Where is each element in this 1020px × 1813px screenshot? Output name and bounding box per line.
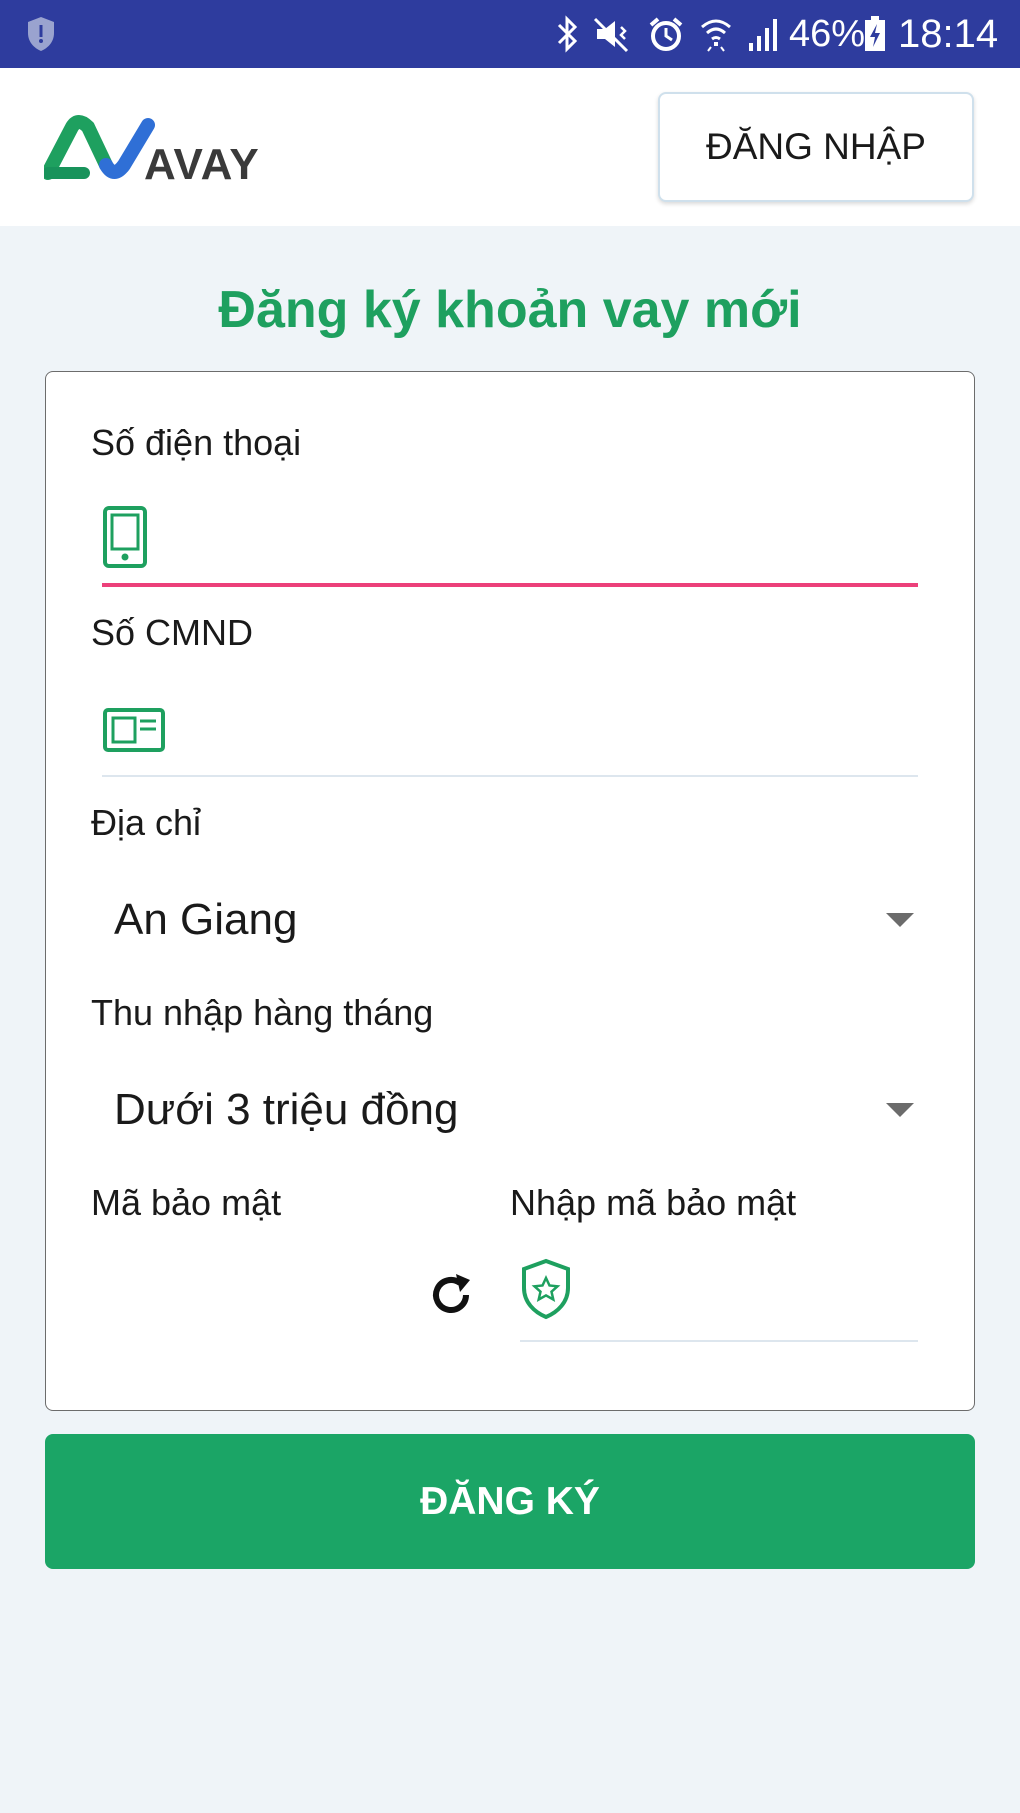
shield-star-icon bbox=[522, 1258, 570, 1320]
phone-field[interactable] bbox=[102, 499, 918, 587]
id-card-field[interactable] bbox=[102, 689, 918, 777]
income-value: Dưới 3 triệu đồng bbox=[114, 1085, 459, 1134]
battery-charging-icon bbox=[865, 16, 885, 51]
wifi-icon bbox=[701, 19, 731, 52]
security-shield-icon bbox=[28, 17, 54, 51]
captcha-label: Mã bảo mật bbox=[91, 1182, 282, 1223]
captcha-field[interactable] bbox=[520, 1244, 918, 1342]
phone-label: Số điện thoại bbox=[91, 422, 302, 463]
bluetooth-icon bbox=[557, 15, 578, 53]
refresh-captcha-icon[interactable] bbox=[426, 1270, 476, 1320]
login-button[interactable]: ĐĂNG NHẬP bbox=[658, 92, 974, 202]
id-card-icon bbox=[103, 708, 165, 752]
address-value: An Giang bbox=[114, 895, 298, 944]
income-select[interactable]: Dưới 3 triệu đồng bbox=[114, 1075, 914, 1145]
register-button[interactable]: ĐĂNG KÝ bbox=[45, 1434, 975, 1569]
address-select[interactable]: An Giang bbox=[114, 885, 914, 955]
captcha-input-label: Nhập mã bảo mật bbox=[510, 1182, 797, 1223]
dropdown-caret-icon bbox=[886, 913, 914, 927]
logo-text: AVAY bbox=[144, 140, 260, 189]
alarm-icon bbox=[649, 17, 683, 51]
id-card-label: Số CMND bbox=[91, 612, 254, 653]
phone-input[interactable] bbox=[192, 509, 902, 579]
address-label: Địa chỉ bbox=[91, 802, 202, 843]
mobile-phone-icon bbox=[103, 506, 147, 568]
loan-form: Số điện thoại Số CMND Địa chỉ An Giang T… bbox=[45, 371, 975, 1411]
battery-percent: 46% bbox=[789, 13, 866, 55]
captcha-input[interactable] bbox=[590, 1264, 910, 1324]
income-label: Thu nhập hàng tháng bbox=[91, 992, 434, 1033]
page-title: Đăng ký khoản vay mới bbox=[218, 281, 802, 339]
status-icons bbox=[555, 12, 783, 56]
mute-vibrate-icon bbox=[593, 17, 629, 53]
app-header: AVAY ĐĂNG NHẬP bbox=[0, 68, 1020, 226]
clock: 18:14 bbox=[898, 12, 999, 56]
id-card-input[interactable] bbox=[192, 699, 902, 769]
status-bar: 46% 18:14 bbox=[0, 0, 1020, 68]
dropdown-caret-icon bbox=[886, 1103, 914, 1117]
signal-icon bbox=[749, 19, 777, 51]
